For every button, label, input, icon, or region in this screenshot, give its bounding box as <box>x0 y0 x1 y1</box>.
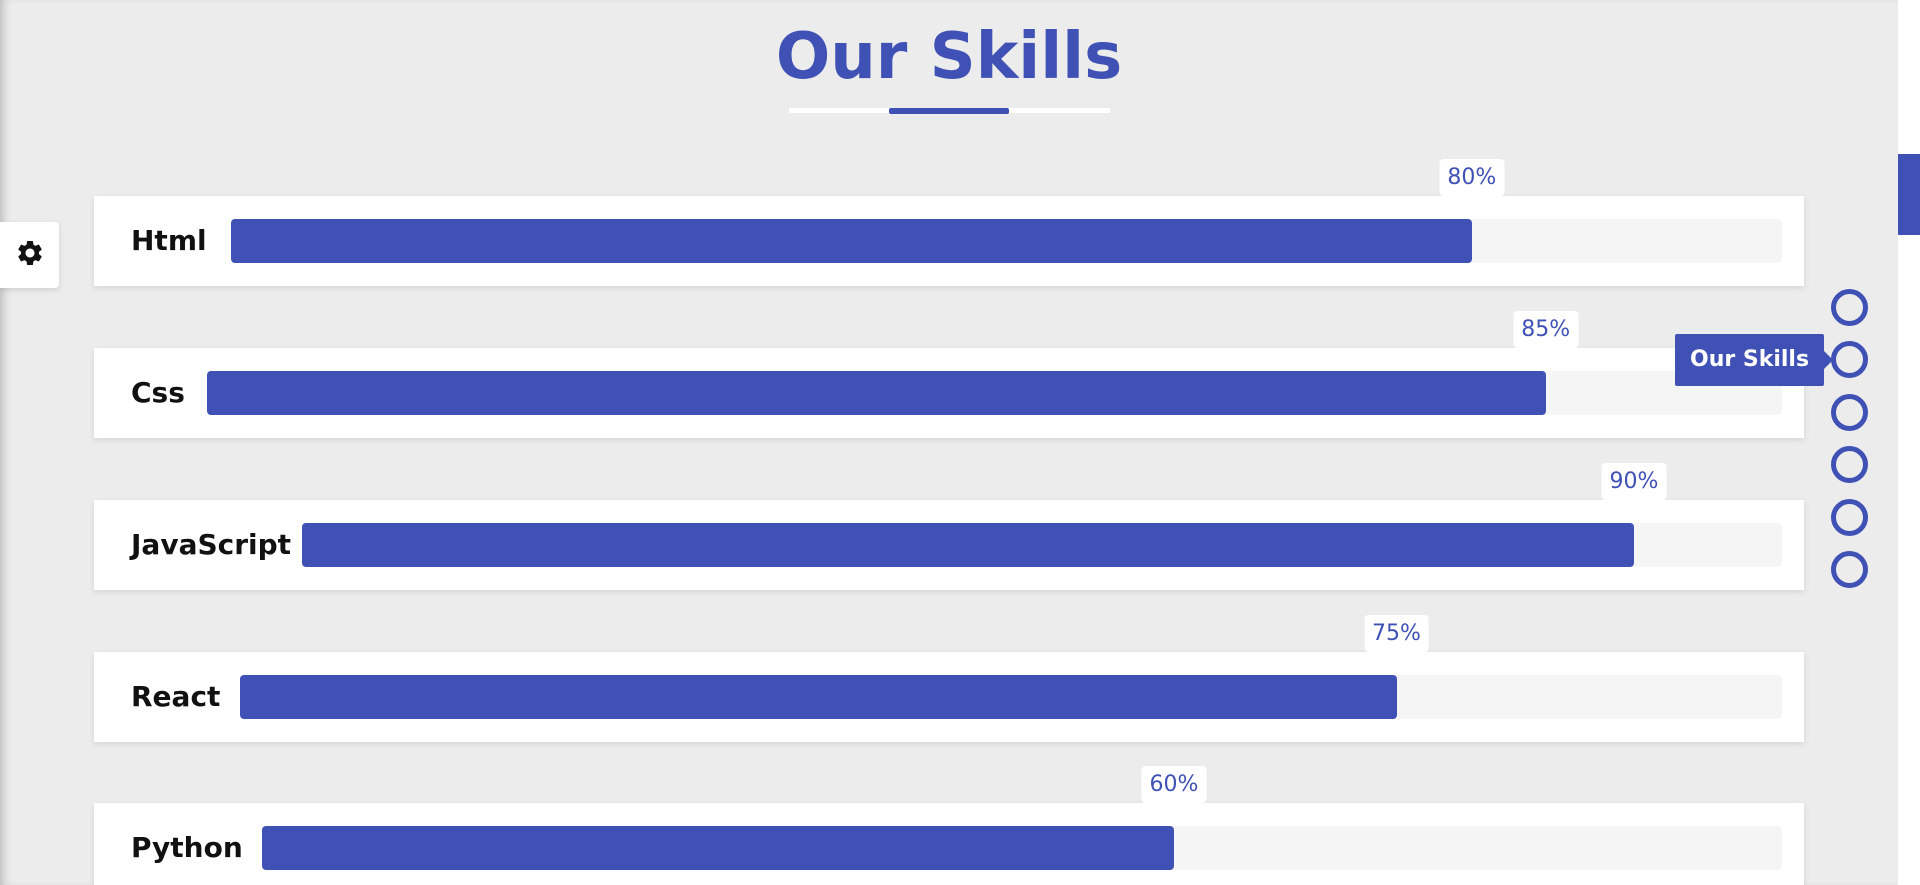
skill-progress-track: 75% <box>240 615 1782 719</box>
skill-name: JavaScript <box>131 528 292 561</box>
nav-bullet-active[interactable] <box>1831 341 1868 378</box>
skill-progress-fill: 90% <box>302 463 1667 567</box>
skill-progress-track: 90% <box>302 463 1782 567</box>
skill-row-css: Css 85% <box>94 311 1804 438</box>
nav-bullet[interactable] <box>1831 446 1868 483</box>
skill-percent-label: 75% <box>1364 615 1429 652</box>
skill-name: Python <box>131 831 243 864</box>
skill-percent-label: 85% <box>1513 311 1579 348</box>
skill-progress-track: 60% <box>262 766 1782 870</box>
skill-percent-label: 60% <box>1141 766 1207 803</box>
title-underline-accent <box>889 108 1009 114</box>
skill-row-python: Python 60% <box>94 766 1804 885</box>
skill-progress-fill: 85% <box>207 311 1579 415</box>
page: Our Skills Html 80% Css 85% JavaScript 9… <box>0 0 1898 885</box>
nav-bullet[interactable] <box>1831 551 1868 588</box>
section-title: Our Skills <box>775 20 1123 94</box>
skill-progress-fill: 75% <box>240 615 1429 719</box>
scrollbar[interactable] <box>1898 0 1920 885</box>
skill-percent-label: 80% <box>1439 159 1505 196</box>
skill-progress-fill: 80% <box>231 159 1505 263</box>
skill-name: Css <box>131 376 185 409</box>
skill-progress-track: 85% <box>207 311 1782 415</box>
skill-row-html: Html 80% <box>94 159 1804 286</box>
nav-bullet[interactable] <box>1831 499 1868 536</box>
gear-icon <box>15 238 45 272</box>
skill-name: React <box>131 680 221 713</box>
skill-progress-fill: 60% <box>262 766 1207 870</box>
skill-percent-label: 90% <box>1601 463 1667 500</box>
settings-toggle-button[interactable] <box>0 222 59 288</box>
skill-name: Html <box>131 224 207 257</box>
scrollbar-thumb[interactable] <box>1898 154 1920 235</box>
nav-bullet-tooltip: Our Skills <box>1675 334 1825 386</box>
skill-row-react: React 75% <box>94 615 1804 742</box>
nav-bullet[interactable] <box>1831 394 1868 431</box>
nav-bullet[interactable] <box>1831 289 1868 326</box>
skill-progress-track: 80% <box>231 159 1782 263</box>
skill-row-javascript: JavaScript 90% <box>94 463 1804 590</box>
